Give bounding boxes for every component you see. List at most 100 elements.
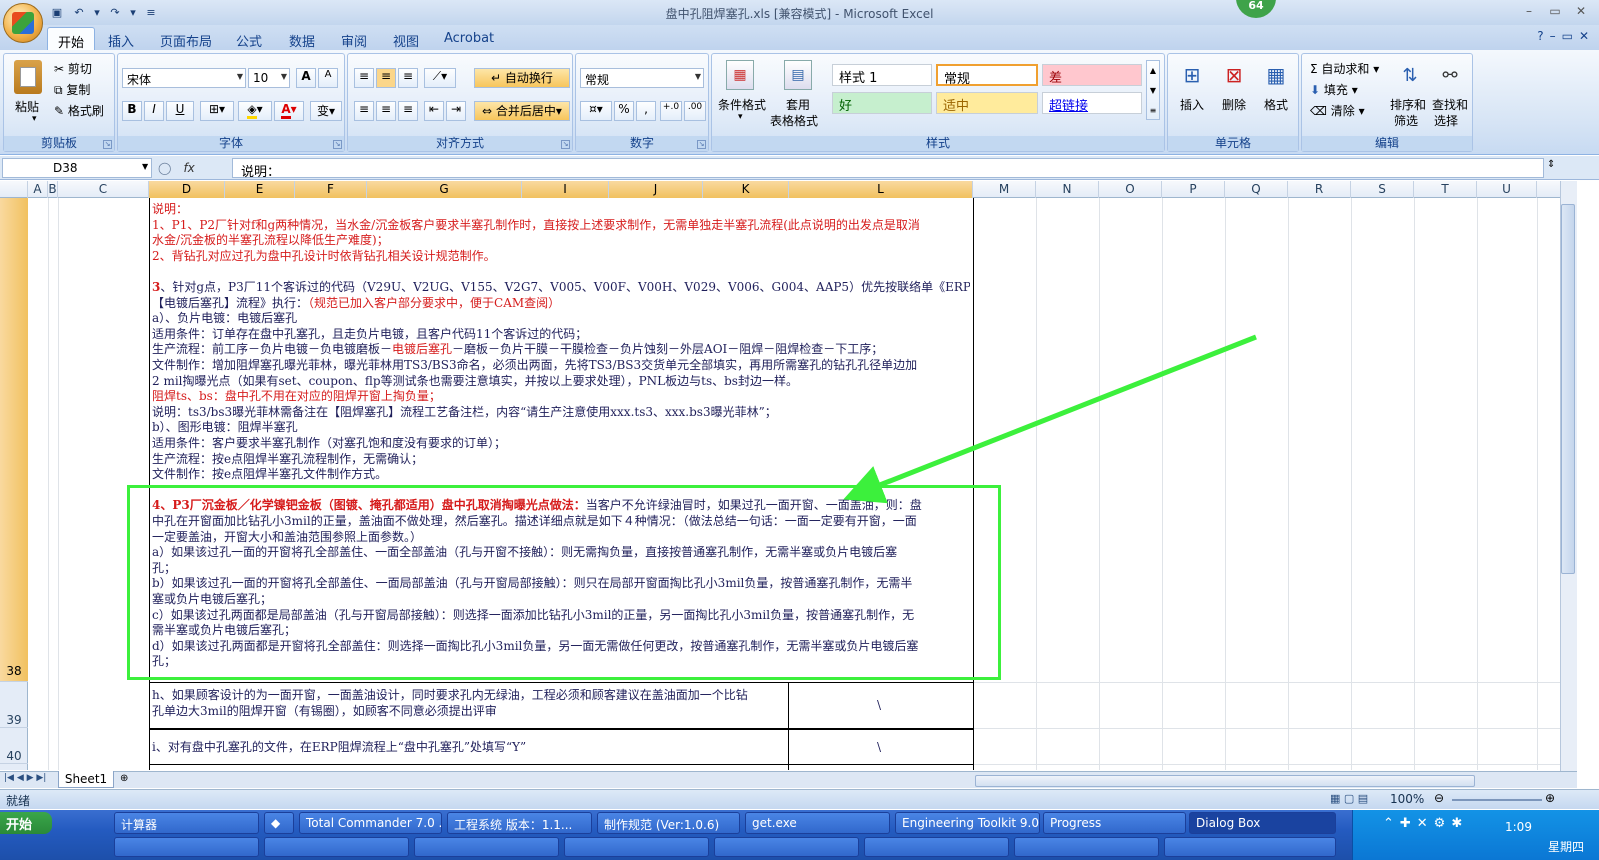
col-header-l[interactable]: L: [789, 181, 973, 198]
row-header-40[interactable]: 40: [0, 729, 28, 764]
zoom-out-icon[interactable]: ⊖: [1434, 791, 1444, 805]
task-row2-8[interactable]: [1164, 837, 1336, 857]
sort-filter-button-1[interactable]: 排序和: [1390, 96, 1426, 113]
cut-button[interactable]: ✂ 剪切: [54, 60, 92, 77]
clock[interactable]: 1:09: [1505, 820, 1532, 834]
style-good[interactable]: 好: [832, 92, 932, 114]
task-app-icon[interactable]: ◆: [264, 812, 294, 834]
col-header-u[interactable]: U: [1477, 181, 1537, 198]
zoom-in-icon[interactable]: ⊕: [1545, 791, 1555, 805]
align-left-icon[interactable]: ≡: [354, 101, 374, 121]
new-sheet-icon[interactable]: ⊕: [120, 773, 128, 784]
save-icon[interactable]: ▣: [48, 4, 66, 21]
binoculars-icon[interactable]: ⚯: [1436, 60, 1464, 90]
insert-cells-icon[interactable]: ⊞: [1178, 60, 1206, 90]
insert-cells-button[interactable]: 插入: [1180, 96, 1204, 113]
task-engineering-system[interactable]: 工程系统 版本：1.1...: [447, 812, 592, 834]
tab-insert[interactable]: 插入: [98, 27, 144, 50]
customize-qat-icon[interactable]: ≡: [142, 4, 160, 21]
orientation-icon[interactable]: ⟋▾: [424, 68, 456, 88]
autosum-button[interactable]: Σ 自动求和 ▾: [1310, 60, 1379, 77]
align-middle-icon[interactable]: ≡: [376, 68, 396, 88]
tab-acrobat[interactable]: Acrobat: [434, 27, 504, 50]
align-top-icon[interactable]: ≡: [354, 68, 374, 88]
zoom-level[interactable]: 100%: [1390, 792, 1424, 806]
sheet-tab-sheet1[interactable]: Sheet1: [58, 771, 114, 788]
help-icon[interactable]: ?: [1537, 29, 1543, 43]
format-painter-button[interactable]: ✎ 格式刷: [54, 102, 104, 119]
sort-filter-button-2[interactable]: 筛选: [1394, 112, 1418, 129]
col-header-q[interactable]: Q: [1225, 181, 1288, 198]
clipboard-launcher-icon[interactable]: ↘: [103, 140, 112, 149]
wrap-text-button[interactable]: ↵ 自动换行: [474, 68, 570, 88]
col-header-a[interactable]: A: [28, 181, 48, 198]
grow-font-button[interactable]: A: [296, 68, 316, 88]
col-header-t[interactable]: T: [1414, 181, 1477, 198]
delete-cells-icon[interactable]: ⊠: [1220, 60, 1248, 90]
col-header-f[interactable]: F: [295, 181, 367, 198]
underline-button[interactable]: U: [166, 101, 194, 121]
copy-button[interactable]: ⧉ 复制: [54, 81, 90, 98]
col-header-d[interactable]: D: [149, 181, 225, 198]
redo-dropdown-icon[interactable]: ▾: [128, 4, 138, 21]
task-row2-4[interactable]: [564, 837, 709, 857]
task-row2-6[interactable]: [864, 837, 1009, 857]
doc-close-icon[interactable]: ✕: [1579, 29, 1589, 43]
row-header-38[interactable]: 38: [0, 198, 28, 682]
fill-button[interactable]: ⬇ 填充 ▾: [1310, 81, 1358, 98]
decrease-indent-icon[interactable]: ⇤: [424, 101, 444, 121]
col-header-k[interactable]: K: [703, 181, 789, 198]
row-header-39[interactable]: 39: [0, 683, 28, 728]
font-color-button[interactable]: A▾: [274, 101, 304, 121]
borders-button[interactable]: ⊞▾: [200, 101, 234, 121]
vertical-scroll-thumb[interactable]: [1561, 204, 1575, 574]
increase-indent-icon[interactable]: ⇥: [446, 101, 466, 121]
redo-icon[interactable]: ↷: [106, 4, 124, 21]
align-right-icon[interactable]: ≡: [398, 101, 418, 121]
alignment-launcher-icon[interactable]: ↘: [561, 140, 570, 149]
shrink-font-button[interactable]: A: [318, 68, 338, 88]
name-box[interactable]: D38: [2, 158, 152, 178]
font-launcher-icon[interactable]: ↘: [333, 140, 342, 149]
format-cells-button[interactable]: 格式: [1264, 96, 1288, 113]
find-select-button-1[interactable]: 查找和: [1432, 96, 1468, 113]
sort-filter-icon[interactable]: ⇅: [1396, 60, 1424, 90]
tab-view[interactable]: 视图: [383, 27, 429, 50]
format-cells-icon[interactable]: ▦: [1262, 60, 1290, 90]
style-neutral[interactable]: 适中: [936, 92, 1038, 114]
task-dialog-box[interactable]: Dialog Box: [1189, 812, 1336, 834]
bold-button[interactable]: B: [122, 101, 142, 121]
phonetic-button[interactable]: 变▾: [310, 101, 342, 121]
decrease-decimal-button[interactable]: .00: [684, 101, 706, 121]
start-button[interactable]: 开始: [0, 812, 52, 834]
col-header-m[interactable]: M: [973, 181, 1036, 198]
task-progress[interactable]: Progress: [1043, 812, 1186, 834]
col-header-c[interactable]: C: [58, 181, 149, 198]
format-as-table-button-2[interactable]: 表格格式: [770, 112, 818, 129]
format-as-table-button-1[interactable]: 套用: [786, 96, 810, 113]
task-calculator[interactable]: 计算器: [114, 812, 259, 834]
format-as-table-icon[interactable]: ▤: [784, 60, 812, 90]
worksheet-grid[interactable]: 说明： 1、P1、P2厂针对f和g两种情况，当水金/沉金板客户要求半塞孔制作时，直…: [29, 198, 1560, 770]
task-engineering-toolkit[interactable]: Engineering Toolkit 9.0...: [895, 812, 1040, 834]
fill-color-button[interactable]: ◈▾: [238, 101, 272, 121]
col-header-j[interactable]: J: [609, 181, 703, 198]
tab-home[interactable]: 开始: [47, 27, 96, 51]
col-header-s[interactable]: S: [1351, 181, 1414, 198]
font-name-combo[interactable]: 宋体 ▼: [122, 68, 246, 88]
italic-button[interactable]: I: [144, 101, 164, 121]
delete-cells-button[interactable]: 删除: [1222, 96, 1246, 113]
name-box-dropdown-icon[interactable]: ▼: [142, 162, 148, 171]
increase-decimal-button[interactable]: +.0: [660, 101, 682, 121]
tray-icons[interactable]: ⌃✚✕⚙✱: [1383, 816, 1468, 831]
task-total-commander[interactable]: Total Commander 7.0 ...: [299, 812, 442, 834]
conditional-format-icon[interactable]: ▦: [726, 60, 754, 90]
sheet-nav-icons[interactable]: |◀ ◀ ▶ ▶|: [4, 773, 46, 783]
col-header-o[interactable]: O: [1099, 181, 1162, 198]
currency-icon[interactable]: ¤▾: [580, 101, 612, 121]
merge-center-button[interactable]: ⇔ 合并后居中▾: [474, 101, 570, 121]
doc-restore-icon[interactable]: ▭: [1562, 29, 1573, 43]
col-header-i[interactable]: I: [522, 181, 609, 198]
tab-formulas[interactable]: 公式: [226, 27, 272, 50]
office-button[interactable]: [3, 3, 43, 43]
